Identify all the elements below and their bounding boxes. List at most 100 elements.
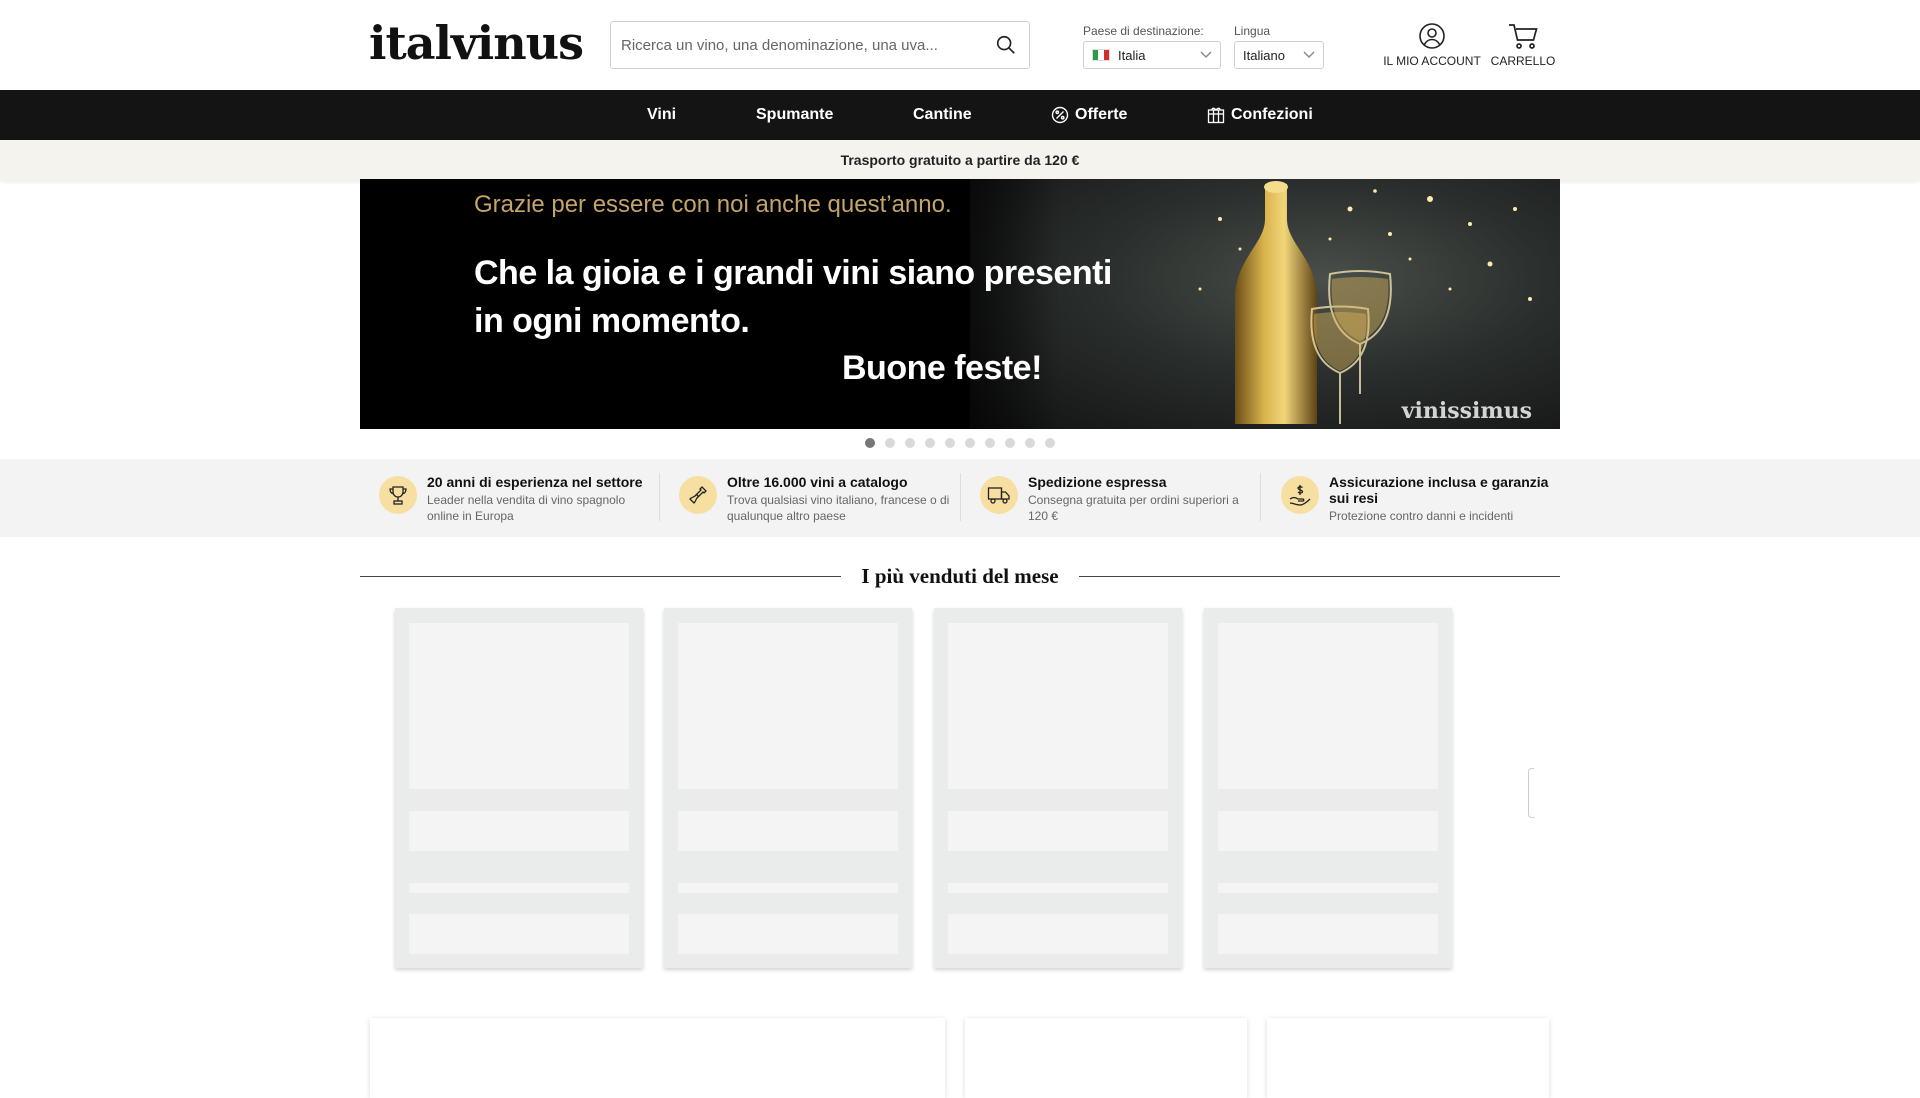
feature-catalog: Oltre 16.000 vini a catalogo Trova quals…	[679, 474, 959, 524]
nav-item-spumante[interactable]: Spumante	[756, 106, 833, 124]
site-header: italvinus Paese di destinazione: Italia …	[0, 0, 1920, 90]
nav-item-confezioni[interactable]: Confezioni	[1207, 106, 1313, 124]
text-placeholder	[1218, 811, 1438, 851]
discount-icon	[1051, 106, 1069, 124]
cart-icon	[1509, 24, 1538, 49]
country-select[interactable]: Italia	[1083, 41, 1221, 69]
language-label: Lingua	[1234, 24, 1271, 38]
feature-desc: Leader nella vendita di vino spagnolo on…	[427, 493, 626, 523]
country-label: Paese di destinazione:	[1083, 24, 1204, 38]
text-placeholder	[948, 811, 1168, 851]
product-card-placeholder[interactable]	[395, 608, 643, 968]
features-strip: 20 anni di esperienza nel settore Leader…	[0, 459, 1920, 537]
text-placeholder	[948, 883, 1168, 893]
account-label: IL MIO ACCOUNT	[1383, 54, 1481, 68]
text-placeholder	[1218, 914, 1438, 954]
text-placeholder	[678, 914, 898, 954]
carousel-dot[interactable]	[885, 438, 895, 448]
cart-link[interactable]: CARRELLO	[1488, 22, 1558, 68]
image-placeholder	[678, 623, 898, 789]
text-placeholder	[409, 883, 629, 893]
nav-label: Offerte	[1075, 106, 1128, 123]
product-card-placeholder[interactable]	[934, 608, 1182, 968]
carousel-dot[interactable]	[1025, 438, 1035, 448]
chevron-down-icon	[1200, 51, 1212, 58]
carousel-dot[interactable]	[1045, 438, 1055, 448]
feature-insurance: Assicurazione inclusa e garanzia sui res…	[1281, 474, 1561, 524]
country-value: Italia	[1118, 47, 1146, 63]
feature-desc: Consegna gratuita per ordini superiori a…	[1028, 493, 1239, 523]
carousel-dot[interactable]	[965, 438, 975, 448]
feature-title: Oltre 16.000 vini a catalogo	[727, 474, 908, 490]
feature-desc: Protezione contro danni e incidenti	[1329, 509, 1514, 523]
product-card-placeholder[interactable]	[664, 608, 912, 968]
text-placeholder	[678, 883, 898, 893]
nav-item-offerte[interactable]: Offerte	[1051, 106, 1127, 124]
nav-item-vini[interactable]: Vini	[647, 106, 676, 124]
search-icon	[996, 35, 1015, 54]
divider	[960, 473, 961, 521]
banner-subtitle: Grazie per essere con noi anche quest’an…	[474, 191, 952, 218]
carousel-dot[interactable]	[1005, 438, 1015, 448]
carousel-next-button[interactable]	[1528, 768, 1534, 818]
banner-brand: vinissimus	[1401, 398, 1532, 424]
language-value: Italiano	[1243, 47, 1285, 63]
banner-headline: Che la gioia e i grandi vini siano prese…	[474, 249, 1112, 345]
feature-title: Spedizione espressa	[1028, 474, 1167, 490]
feature-shipping: Spedizione espressa Consegna gratuita pe…	[980, 474, 1260, 524]
divider	[1260, 473, 1261, 521]
trophy-icon	[379, 476, 417, 514]
banner-line-2: in ogni momento.	[474, 302, 750, 340]
chevron-down-icon	[1303, 51, 1315, 58]
carousel-dot[interactable]	[925, 438, 935, 448]
search-box	[610, 21, 1030, 69]
truck-icon	[980, 476, 1018, 514]
image-placeholder	[409, 623, 629, 789]
country-selector-group: Paese di destinazione: Italia	[1083, 24, 1221, 69]
promo-card[interactable]	[965, 1018, 1247, 1098]
account-link[interactable]: IL MIO ACCOUNT	[1382, 22, 1482, 68]
language-selector-group: Lingua Italiano	[1234, 24, 1324, 69]
banner-line-1: Che la gioia e i grandi vini siano prese…	[474, 254, 1112, 292]
text-placeholder	[409, 914, 629, 954]
nav-label: Vini	[647, 106, 677, 123]
bottle-icon	[679, 476, 717, 514]
carousel-dot[interactable]	[865, 438, 875, 448]
section-title: I più venduti del mese	[861, 563, 1059, 588]
heading-rule	[360, 575, 842, 577]
carousel-dot[interactable]	[905, 438, 915, 448]
carousel-dot[interactable]	[985, 438, 995, 448]
nav-label: Cantine	[913, 106, 972, 123]
feature-desc: Trova qualsiasi vino italiano, francese …	[727, 493, 950, 523]
image-placeholder	[1218, 623, 1438, 789]
carousel-dot[interactable]	[945, 438, 955, 448]
text-placeholder	[678, 811, 898, 851]
user-icon	[1419, 23, 1445, 49]
feature-title: Assicurazione inclusa e garanzia sui res…	[1329, 474, 1549, 506]
feature-experience: 20 anni di esperienza nel settore Leader…	[379, 474, 659, 524]
banner-greeting: Buone feste!	[842, 349, 1042, 387]
promo-card[interactable]	[1267, 1018, 1549, 1098]
carousel-dots	[0, 438, 1920, 448]
hero-banner[interactable]: Grazie per essere con noi anche quest’an…	[360, 179, 1560, 429]
gift-box-icon	[1207, 107, 1225, 124]
money-hand-icon	[1281, 476, 1319, 514]
nav-label: Spumante	[756, 106, 834, 123]
heading-rule	[1078, 575, 1561, 577]
nav-item-cantine[interactable]: Cantine	[913, 106, 972, 124]
main-nav: Vini Spumante Cantine Offerte Confezioni	[0, 90, 1920, 140]
feature-title: 20 anni di esperienza nel settore	[427, 474, 643, 490]
language-select[interactable]: Italiano	[1234, 41, 1324, 69]
bestsellers-heading: I più venduti del mese	[360, 561, 1561, 591]
nav-label: Confezioni	[1231, 106, 1313, 123]
text-placeholder	[409, 811, 629, 851]
search-button[interactable]	[983, 22, 1029, 68]
text-placeholder	[948, 914, 1168, 954]
site-logo[interactable]: italvinus	[369, 16, 584, 70]
product-card-placeholder[interactable]	[1204, 608, 1452, 968]
promo-card[interactable]	[370, 1018, 945, 1098]
text-placeholder	[1218, 883, 1438, 893]
search-input[interactable]	[611, 22, 983, 68]
cart-label: CARRELLO	[1490, 54, 1556, 68]
image-placeholder	[948, 623, 1168, 789]
